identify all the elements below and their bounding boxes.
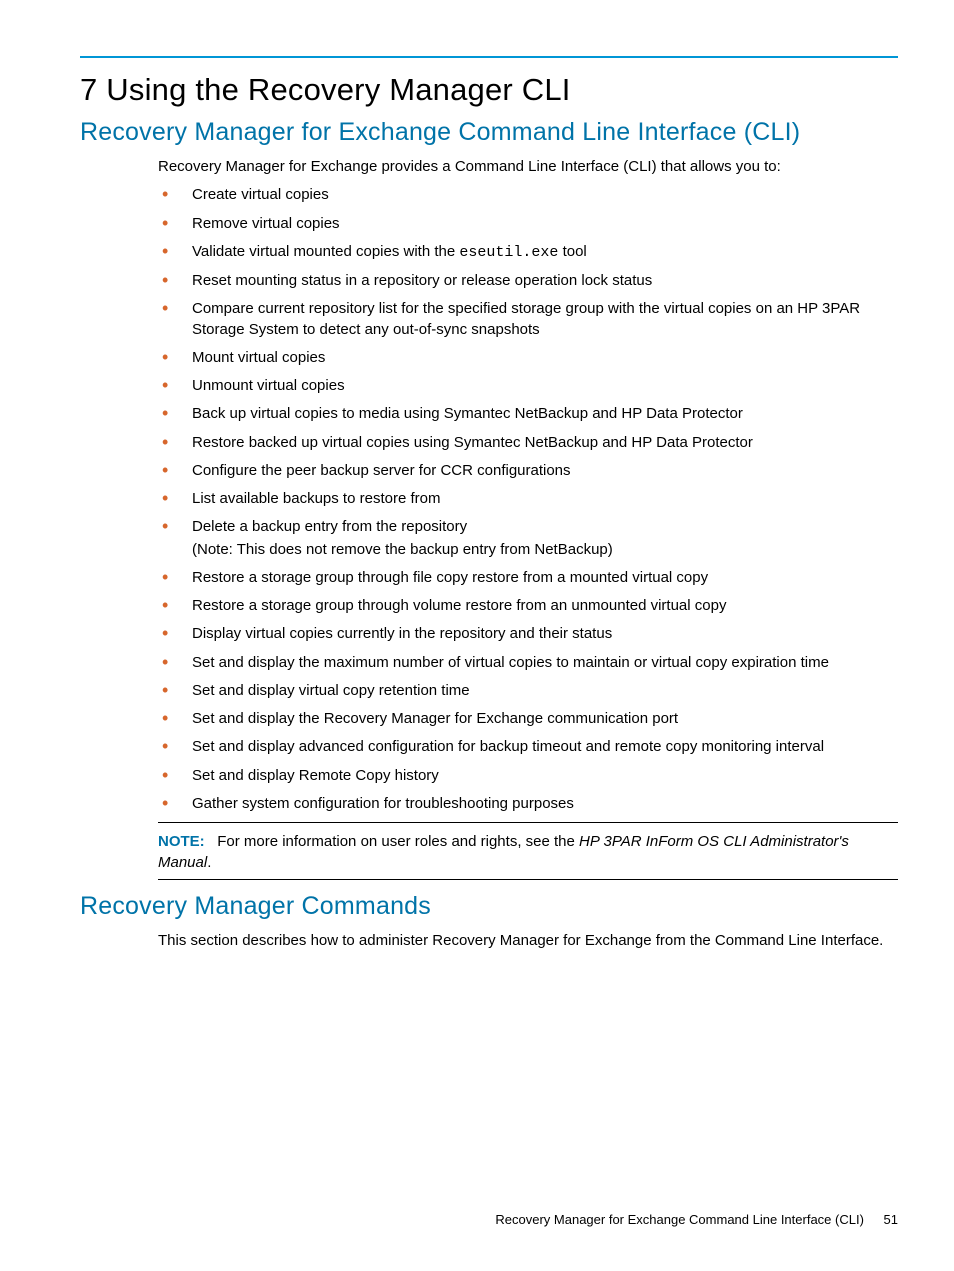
page: 7 Using the Recovery Manager CLI Recover… bbox=[0, 0, 954, 1271]
chapter-number: 7 bbox=[80, 72, 97, 107]
chapter-text: Using the Recovery Manager CLI bbox=[106, 72, 570, 107]
list-item: Reset mounting status in a repository or… bbox=[158, 271, 898, 291]
list-item: Unmount virtual copies bbox=[158, 376, 898, 396]
list-item: Configure the peer backup server for CCR… bbox=[158, 461, 898, 481]
list-item: Mount virtual copies bbox=[158, 348, 898, 368]
list-item: Set and display advanced configuration f… bbox=[158, 737, 898, 757]
section1-title: Recovery Manager for Exchange Command Li… bbox=[80, 118, 898, 147]
note-bottom-rule bbox=[158, 879, 898, 880]
footer-text: Recovery Manager for Exchange Command Li… bbox=[495, 1212, 864, 1227]
list-item: Gather system configuration for troubles… bbox=[158, 794, 898, 814]
note-label: NOTE: bbox=[158, 833, 205, 850]
bullet-list: Create virtual copies Remove virtual cop… bbox=[158, 185, 898, 814]
list-item: Set and display the Recovery Manager for… bbox=[158, 709, 898, 729]
note-top-rule bbox=[158, 822, 898, 823]
list-item: Remove virtual copies bbox=[158, 214, 898, 234]
note-text-pre: For more information on user roles and r… bbox=[217, 833, 579, 850]
list-item: Restore a storage group through file cop… bbox=[158, 568, 898, 588]
list-item: Compare current repository list for the … bbox=[158, 299, 898, 340]
list-item: Delete a backup entry from the repositor… bbox=[158, 517, 898, 560]
section2-title: Recovery Manager Commands bbox=[80, 892, 898, 921]
list-item: Set and display Remote Copy history bbox=[158, 766, 898, 786]
section1-body: Recovery Manager for Exchange provides a… bbox=[158, 157, 898, 880]
list-item-subnote: (Note: This does not remove the backup e… bbox=[192, 540, 898, 560]
page-footer: Recovery Manager for Exchange Command Li… bbox=[495, 1212, 898, 1227]
list-item: Back up virtual copies to media using Sy… bbox=[158, 404, 898, 424]
note-text-post: . bbox=[207, 854, 211, 871]
note-block: NOTE: For more information on user roles… bbox=[158, 831, 898, 873]
code-eseutil: eseutil.exe bbox=[459, 244, 558, 261]
list-item: Restore backed up virtual copies using S… bbox=[158, 433, 898, 453]
list-item: List available backups to restore from bbox=[158, 489, 898, 509]
section1-intro: Recovery Manager for Exchange provides a… bbox=[158, 157, 898, 177]
list-item: Display virtual copies currently in the … bbox=[158, 624, 898, 644]
list-item: Restore a storage group through volume r… bbox=[158, 596, 898, 616]
top-rule bbox=[80, 56, 898, 58]
list-item: Create virtual copies bbox=[158, 185, 898, 205]
chapter-title: 7 Using the Recovery Manager CLI bbox=[80, 72, 898, 108]
list-item: Set and display the maximum number of vi… bbox=[158, 653, 898, 673]
list-item: Set and display virtual copy retention t… bbox=[158, 681, 898, 701]
page-number: 51 bbox=[884, 1212, 898, 1227]
section2-body: This section describes how to administer… bbox=[158, 931, 898, 951]
section2-text: This section describes how to administer… bbox=[158, 931, 898, 951]
list-item: Validate virtual mounted copies with the… bbox=[158, 242, 898, 263]
